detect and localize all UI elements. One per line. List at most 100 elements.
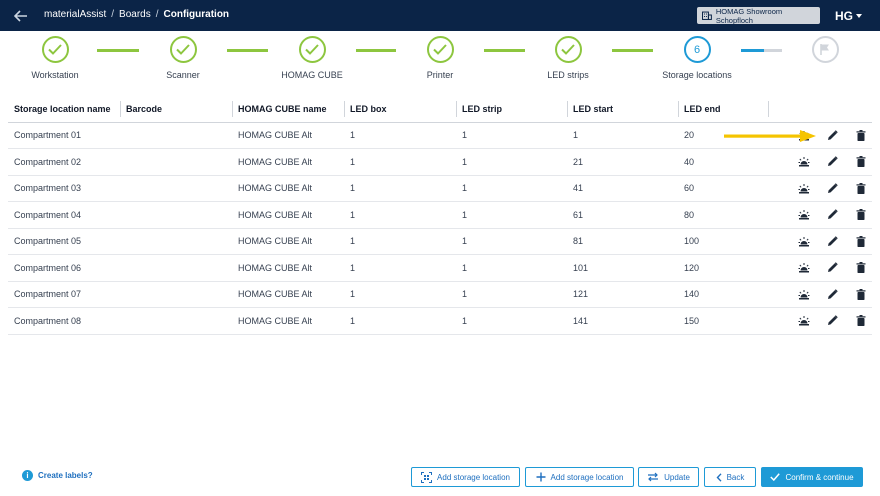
column-header[interactable]: LED end (678, 96, 768, 123)
cell-cube-name: HOMAG CUBE Alt (232, 228, 344, 255)
cell-led-start: 1 (567, 122, 678, 149)
row-actions (768, 148, 872, 176)
plus-icon (536, 472, 546, 482)
edit-icon[interactable] (825, 208, 839, 222)
step-storage-locations: 6 Storage locations (647, 36, 747, 80)
location-selector[interactable]: HOMAG Showroom Schopfloch (697, 6, 820, 25)
step-label: HOMAG CUBE (281, 70, 343, 80)
edit-icon[interactable] (825, 181, 839, 195)
delete-icon[interactable] (854, 181, 868, 195)
edit-icon[interactable] (825, 155, 839, 169)
flag-icon (811, 36, 839, 63)
cell-led-end: 120 (678, 254, 768, 282)
confirm-continue-button[interactable]: Confirm & continue (761, 467, 863, 487)
cell-led-strip: 1 (456, 254, 567, 282)
back-arrow-icon[interactable] (12, 7, 30, 25)
cell-led-end: 140 (678, 281, 768, 308)
swap-icon (648, 472, 659, 482)
cell-barcode (120, 122, 232, 149)
add-storage-location-button[interactable]: Add storage location (525, 467, 634, 487)
step-label: Storage locations (662, 70, 732, 80)
light-icon[interactable] (797, 208, 811, 222)
edit-icon[interactable] (825, 261, 839, 275)
delete-icon[interactable] (854, 208, 868, 222)
cell-led-strip: 1 (456, 281, 567, 308)
column-header[interactable]: LED strip (456, 96, 567, 123)
cell-led-end: 40 (678, 148, 768, 176)
delete-icon[interactable] (854, 287, 868, 301)
check-icon (41, 36, 69, 63)
cell-cube-name: HOMAG CUBE Alt (232, 201, 344, 229)
cell-led-box: 1 (344, 148, 456, 176)
create-labels-label: Create labels? (38, 471, 93, 480)
light-icon[interactable] (797, 261, 811, 275)
chevron-left-icon (716, 472, 722, 482)
column-header[interactable]: LED box (344, 96, 456, 123)
brand-logo: HG (835, 9, 853, 23)
button-label: Add storage location (550, 472, 624, 482)
column-header[interactable]: HOMAG CUBE name (232, 96, 344, 123)
column-header[interactable]: LED start (567, 96, 678, 123)
update-button[interactable]: Update (638, 467, 699, 487)
column-header[interactable]: Barcode (120, 96, 232, 123)
row-actions (768, 175, 872, 202)
breadcrumb-app[interactable]: materialAssist (44, 9, 106, 20)
table-header-row: Storage location name Barcode HOMAG CUBE… (8, 96, 872, 123)
progress-stepper: Workstation Scanner HOMAG CUBE Printer L… (0, 31, 880, 89)
check-icon (770, 473, 781, 481)
step-label: Workstation (31, 70, 79, 80)
breadcrumb-separator: / (111, 9, 115, 20)
cell-led-box: 1 (344, 254, 456, 282)
edit-icon[interactable] (825, 234, 839, 248)
cell-led-strip: 1 (456, 148, 567, 176)
edit-icon[interactable] (825, 314, 839, 328)
table-row[interactable]: Compartment 06 HOMAG CUBE Alt 1 1 101 12… (8, 254, 872, 282)
building-icon (702, 11, 712, 20)
edit-icon[interactable] (825, 287, 839, 301)
button-label: Confirm & continue (785, 472, 854, 482)
cell-cube-name: HOMAG CUBE Alt (232, 307, 344, 335)
cell-led-start: 81 (567, 228, 678, 255)
breadcrumb-section[interactable]: Boards (119, 9, 151, 20)
row-actions (768, 201, 872, 229)
cell-barcode (120, 307, 232, 335)
step-label: Scanner (166, 70, 200, 80)
cell-led-start: 121 (567, 281, 678, 308)
add-storage-location-scan-button[interactable]: Add storage location (411, 467, 520, 487)
cell-led-box: 1 (344, 175, 456, 202)
light-icon[interactable] (797, 155, 811, 169)
table-row[interactable]: Compartment 04 HOMAG CUBE Alt 1 1 61 80 (8, 201, 872, 229)
table-row[interactable]: Compartment 05 HOMAG CUBE Alt 1 1 81 100 (8, 228, 872, 255)
user-menu[interactable]: HG (835, 8, 862, 24)
table-row[interactable]: Compartment 03 HOMAG CUBE Alt 1 1 41 60 (8, 175, 872, 202)
cell-led-box: 1 (344, 201, 456, 229)
qr-scan-icon (421, 471, 433, 483)
light-icon[interactable] (797, 287, 811, 301)
table-row[interactable]: Compartment 02 HOMAG CUBE Alt 1 1 21 40 (8, 148, 872, 176)
cell-led-end: 80 (678, 201, 768, 229)
column-header-actions (768, 96, 872, 123)
table-row[interactable]: Compartment 08 HOMAG CUBE Alt 1 1 141 15… (8, 307, 872, 335)
row-actions (768, 307, 872, 335)
delete-icon[interactable] (854, 128, 868, 142)
light-icon[interactable] (797, 234, 811, 248)
delete-icon[interactable] (854, 261, 868, 275)
back-button[interactable]: Back (704, 467, 756, 487)
location-name: HOMAG Showroom Schopfloch (715, 6, 783, 25)
cell-led-start: 141 (567, 307, 678, 335)
breadcrumb: materialAssist / Boards / Configuration (44, 9, 229, 20)
cell-led-strip: 1 (456, 228, 567, 255)
table-row[interactable]: Compartment 07 HOMAG CUBE Alt 1 1 121 14… (8, 281, 872, 308)
edit-icon[interactable] (825, 128, 839, 142)
delete-icon[interactable] (854, 234, 868, 248)
column-header[interactable]: Storage location name (8, 96, 120, 123)
light-icon[interactable] (797, 314, 811, 328)
create-labels-link[interactable]: i Create labels? (22, 470, 93, 481)
delete-icon[interactable] (854, 314, 868, 328)
row-actions (768, 228, 872, 255)
delete-icon[interactable] (854, 155, 868, 169)
cell-barcode (120, 201, 232, 229)
light-icon[interactable] (797, 181, 811, 195)
cell-barcode (120, 228, 232, 255)
cell-led-start: 21 (567, 148, 678, 176)
